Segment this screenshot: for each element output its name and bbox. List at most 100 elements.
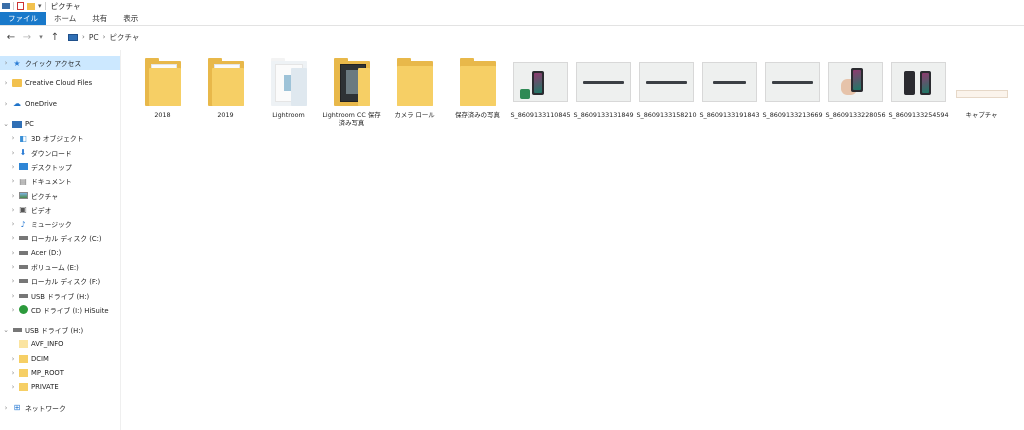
nav-label: ドキュメント bbox=[31, 178, 72, 187]
nav-private[interactable]: › PRIVATE bbox=[0, 380, 120, 394]
file-item[interactable]: 2019 bbox=[194, 56, 257, 132]
expand-icon[interactable]: › bbox=[0, 59, 12, 67]
tab-file[interactable]: ファイル bbox=[0, 12, 46, 25]
expand-icon[interactable]: › bbox=[0, 163, 18, 171]
file-item[interactable]: S_8609133191843 bbox=[698, 56, 761, 132]
address-bar[interactable]: › PC › ピクチャ bbox=[64, 29, 1024, 45]
up-button[interactable]: ↑ bbox=[48, 30, 62, 44]
expand-icon[interactable]: › bbox=[0, 79, 12, 87]
folder-icon bbox=[198, 56, 254, 108]
nav-label: ローカル ディスク (C:) bbox=[31, 235, 102, 244]
nav-desktop[interactable]: › デスクトップ bbox=[0, 160, 120, 174]
properties-icon[interactable] bbox=[17, 2, 24, 10]
back-button[interactable]: ← bbox=[4, 30, 18, 44]
breadcrumb-pictures[interactable]: ピクチャ bbox=[109, 32, 139, 43]
expand-icon[interactable]: › bbox=[0, 306, 18, 314]
file-view[interactable]: 2018 2019 Lightroom Lightroom CC 保存済み写真 bbox=[121, 50, 1024, 430]
nav-label: デスクトップ bbox=[31, 163, 72, 172]
file-item[interactable]: S_8609133158210 bbox=[635, 56, 698, 132]
recent-locations-button[interactable]: ▾ bbox=[36, 30, 46, 44]
file-item[interactable]: S_8609133254594 bbox=[887, 56, 950, 132]
chevron-right-icon[interactable]: › bbox=[103, 33, 106, 41]
quick-access-toolbar-dropdown-icon[interactable]: ▾ bbox=[38, 2, 42, 10]
file-name: S_8609133158210 bbox=[636, 111, 697, 119]
file-grid: 2018 2019 Lightroom Lightroom CC 保存済み写真 bbox=[131, 56, 1013, 132]
expand-icon[interactable]: › bbox=[0, 234, 18, 242]
chevron-right-icon[interactable]: › bbox=[82, 33, 85, 41]
nav-drive-d[interactable]: › Acer (D:) bbox=[0, 246, 120, 260]
nav-documents[interactable]: › ▤ ドキュメント bbox=[0, 174, 120, 188]
file-name: カメラ ロール bbox=[394, 111, 435, 119]
file-item[interactable]: S_8609133131849 bbox=[572, 56, 635, 132]
nav-3d-objects[interactable]: › ◧ 3D オブジェクト bbox=[0, 131, 120, 145]
file-item[interactable]: カメラ ロール bbox=[383, 56, 446, 132]
nav-drive-i[interactable]: › CD ドライブ (I:) HiSuite bbox=[0, 303, 120, 317]
nav-usb-drive[interactable]: ⌄ USB ドライブ (H:) bbox=[0, 323, 120, 337]
expand-icon[interactable]: › bbox=[0, 177, 18, 185]
new-folder-icon[interactable] bbox=[27, 2, 35, 10]
expand-icon[interactable]: › bbox=[0, 249, 18, 257]
drive-icon bbox=[18, 263, 28, 272]
creative-cloud-folder-icon bbox=[12, 79, 22, 88]
nav-music[interactable]: › ♪ ミュージック bbox=[0, 217, 120, 231]
collapse-icon[interactable]: ⌄ bbox=[0, 120, 12, 128]
breadcrumb-pc[interactable]: PC bbox=[89, 33, 99, 42]
expand-icon[interactable]: › bbox=[0, 206, 18, 214]
nav-avf-info[interactable]: AVF_INFO bbox=[0, 337, 120, 351]
expand-icon[interactable]: › bbox=[0, 355, 18, 363]
file-name: Lightroom CC 保存済み写真 bbox=[322, 111, 381, 127]
collapse-icon[interactable]: ⌄ bbox=[0, 326, 12, 334]
image-thumbnail bbox=[639, 56, 695, 108]
expand-icon[interactable]: › bbox=[0, 149, 18, 157]
expand-icon[interactable]: › bbox=[0, 100, 12, 108]
forward-button[interactable]: → bbox=[20, 30, 34, 44]
nav-network[interactable]: › ⊞ ネットワーク bbox=[0, 401, 120, 415]
expand-icon[interactable]: › bbox=[0, 277, 18, 285]
nav-mp-root[interactable]: › MP_ROOT bbox=[0, 366, 120, 380]
expand-icon[interactable]: › bbox=[0, 220, 18, 228]
file-item[interactable]: Lightroom CC 保存済み写真 bbox=[320, 56, 383, 132]
nav-downloads[interactable]: › ⬇ ダウンロード bbox=[0, 145, 120, 159]
navigation-pane[interactable]: › ★ クイック アクセス › Creative Cloud Files › ☁… bbox=[0, 50, 121, 430]
file-item[interactable]: キャプチャ bbox=[950, 56, 1013, 132]
ribbon-tabs: ファイル ホーム 共有 表示 bbox=[0, 12, 1024, 26]
nav-onedrive[interactable]: › ☁ OneDrive bbox=[0, 97, 120, 111]
expand-icon[interactable]: › bbox=[0, 369, 18, 377]
image-thumbnail bbox=[828, 56, 884, 108]
arrow-right-icon: → bbox=[22, 31, 32, 43]
file-item[interactable]: Lightroom bbox=[257, 56, 320, 132]
nav-drive-h[interactable]: › USB ドライブ (H:) bbox=[0, 288, 120, 302]
app-icon[interactable] bbox=[2, 3, 10, 9]
expand-icon[interactable]: › bbox=[0, 263, 18, 271]
drive-icon bbox=[18, 277, 28, 286]
nav-quick-access[interactable]: › ★ クイック アクセス bbox=[0, 56, 120, 71]
nav-videos[interactable]: › ▣ ビデオ bbox=[0, 203, 120, 217]
file-item[interactable]: 2018 bbox=[131, 56, 194, 132]
file-item[interactable]: S_8609133228056 bbox=[824, 56, 887, 132]
usb-drive-icon bbox=[12, 326, 22, 335]
nav-creative-cloud[interactable]: › Creative Cloud Files bbox=[0, 76, 120, 90]
file-item[interactable]: S_8609133213669 bbox=[761, 56, 824, 132]
nav-drive-e[interactable]: › ボリューム (E:) bbox=[0, 260, 120, 274]
pc-icon bbox=[68, 33, 78, 41]
nav-label: DCIM bbox=[31, 354, 49, 363]
file-item[interactable]: S_8609133110845 bbox=[509, 56, 572, 132]
expand-icon[interactable]: › bbox=[0, 192, 18, 200]
file-name: S_8609133110845 bbox=[510, 111, 571, 119]
tab-home[interactable]: ホーム bbox=[46, 12, 84, 25]
nav-drive-c[interactable]: › ローカル ディスク (C:) bbox=[0, 231, 120, 245]
nav-label: PC bbox=[25, 120, 34, 129]
pc-icon bbox=[12, 120, 22, 129]
expand-icon[interactable]: › bbox=[0, 134, 18, 142]
nav-pc[interactable]: ⌄ PC bbox=[0, 117, 120, 131]
expand-icon[interactable]: › bbox=[0, 383, 18, 391]
expand-icon[interactable]: › bbox=[0, 404, 12, 412]
expand-icon[interactable]: › bbox=[0, 292, 18, 300]
nav-pictures[interactable]: › ピクチャ bbox=[0, 188, 120, 202]
nav-drive-f[interactable]: › ローカル ディスク (F:) bbox=[0, 274, 120, 288]
nav-dcim[interactable]: › DCIM bbox=[0, 352, 120, 366]
file-item[interactable]: 保存済みの写真 bbox=[446, 56, 509, 132]
tab-view[interactable]: 表示 bbox=[115, 12, 146, 25]
image-thumbnail bbox=[702, 56, 758, 108]
tab-share[interactable]: 共有 bbox=[84, 12, 115, 25]
